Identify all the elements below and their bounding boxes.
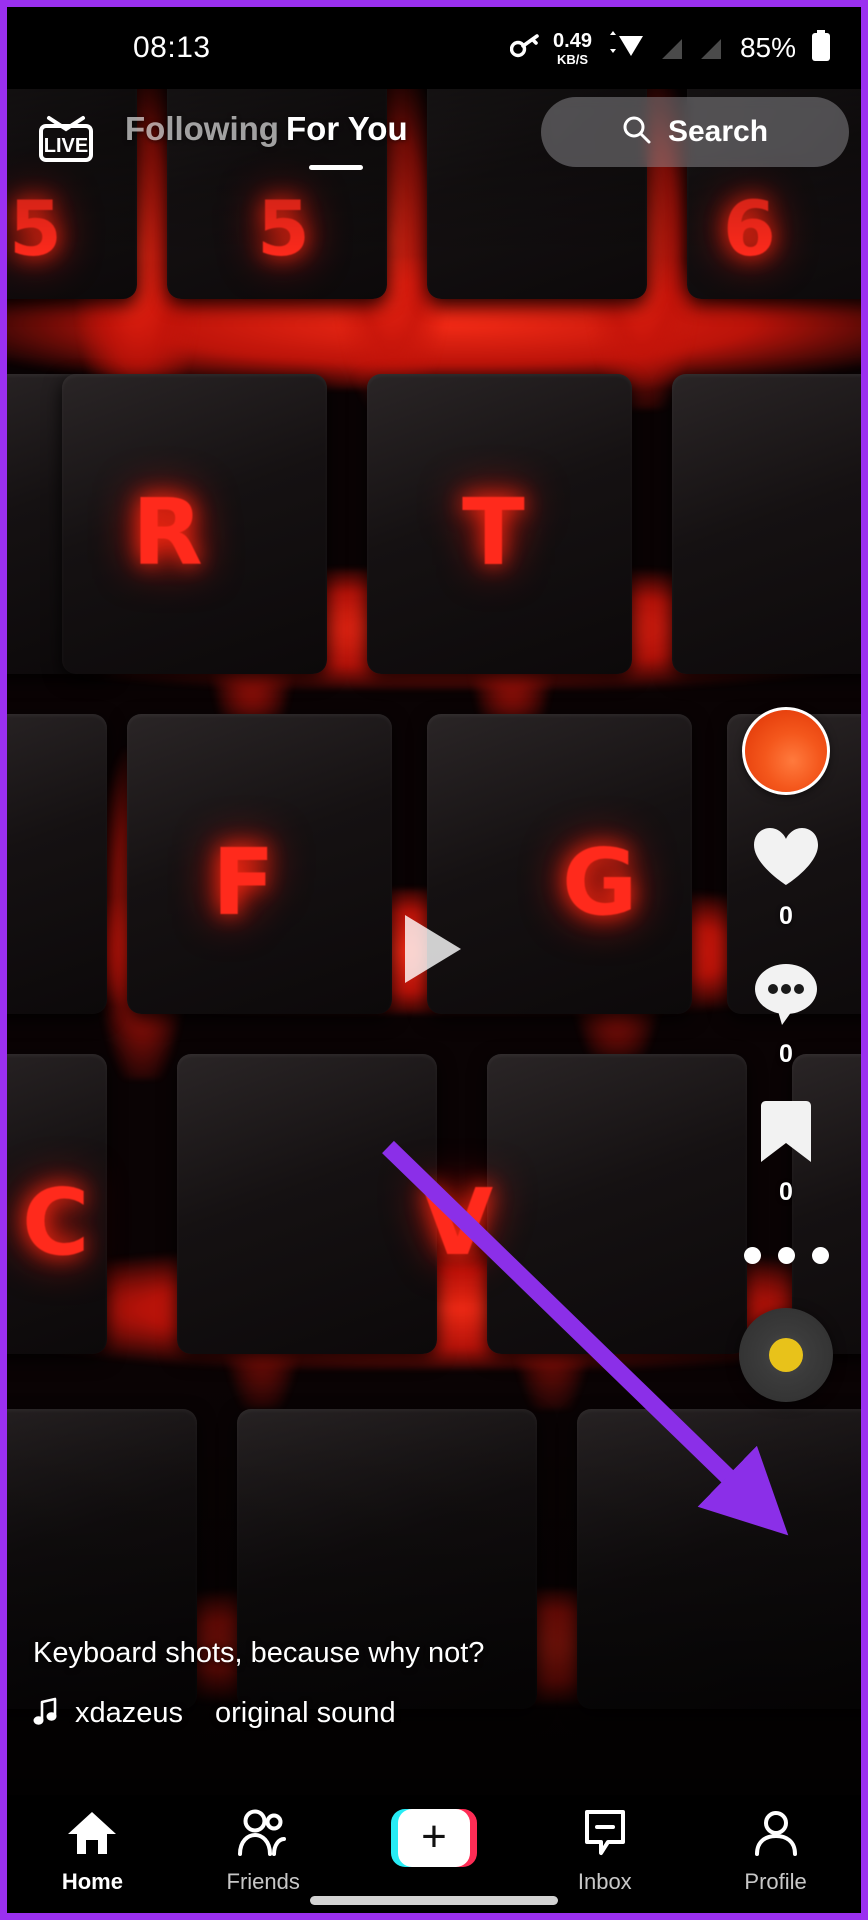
music-row[interactable]: xdazeus original sound xyxy=(33,1696,423,1731)
bookmark-icon xyxy=(757,1099,815,1170)
bottom-navigation: Home Friends + Inbox Profile xyxy=(7,1795,861,1913)
comment-icon xyxy=(752,961,820,1032)
nav-profile[interactable]: Profile xyxy=(701,1809,851,1895)
battery-icon xyxy=(811,29,831,67)
friends-icon xyxy=(236,1809,290,1862)
inbox-icon xyxy=(580,1809,630,1862)
comment-count: 0 xyxy=(779,1040,793,1068)
wifi-icon xyxy=(605,30,645,66)
network-speed: 0.49 KB/S xyxy=(553,31,592,66)
active-tab-indicator xyxy=(309,165,363,170)
like-count: 0 xyxy=(779,902,793,930)
nav-inbox-label: Inbox xyxy=(577,1869,632,1894)
top-navigation: LIVE Following For You Search xyxy=(7,97,861,183)
creator-avatar[interactable] xyxy=(742,707,830,795)
create-plus-icon[interactable]: + xyxy=(390,1809,477,1867)
nav-profile-label: Profile xyxy=(744,1869,807,1894)
action-rail: 0 0 0 xyxy=(731,707,841,1402)
home-icon xyxy=(66,1809,118,1862)
music-note-icon xyxy=(33,1696,59,1731)
tiktok-app-screen: 5 5 6 R T F G C V xyxy=(7,7,861,1913)
battery-percent: 85% xyxy=(739,32,796,63)
video-caption[interactable]: Keyboard shots, because why not? xyxy=(33,1637,613,1670)
live-button[interactable]: LIVE xyxy=(35,105,97,163)
tab-following[interactable]: Following xyxy=(125,110,279,148)
bookmark-button[interactable]: 0 xyxy=(757,1099,815,1207)
music-disc-icon[interactable] xyxy=(739,1308,833,1402)
nav-home[interactable]: Home xyxy=(17,1809,167,1895)
search-icon xyxy=(622,115,651,149)
play-icon[interactable] xyxy=(405,915,461,983)
bookmark-count: 0 xyxy=(779,1178,793,1206)
tab-for-you[interactable]: For You xyxy=(286,110,408,148)
status-icons: 0.49 KB/S 85% xyxy=(509,29,831,67)
nav-friends-label: Friends xyxy=(226,1869,300,1894)
music-username: xdazeus xyxy=(75,1697,184,1729)
heart-icon xyxy=(751,825,821,894)
nav-inbox[interactable]: Inbox xyxy=(530,1809,680,1895)
search-bar[interactable]: Search xyxy=(541,97,849,167)
music-disc-hub xyxy=(769,1338,803,1372)
annotated-screenshot-frame: 5 5 6 R T F G C V xyxy=(0,0,868,1920)
network-speed-value: 0.49 xyxy=(553,29,592,52)
home-indicator xyxy=(310,1896,558,1905)
more-dots-icon[interactable] xyxy=(743,1247,829,1264)
search-placeholder: Search xyxy=(667,115,769,148)
comment-button[interactable]: 0 xyxy=(752,961,820,1069)
nav-friends[interactable]: Friends xyxy=(188,1809,338,1895)
sim-no-signal-icon-2 xyxy=(697,35,723,61)
status-time: 08:13 xyxy=(133,31,211,64)
nav-home-label: Home xyxy=(61,1869,123,1894)
nav-create[interactable]: + xyxy=(359,1809,509,1874)
music-sound-name: original sound xyxy=(215,1697,396,1729)
live-label: LIVE xyxy=(44,135,88,157)
like-button[interactable]: 0 xyxy=(751,825,821,931)
caption-block: Keyboard shots, because why not? xdazeus… xyxy=(33,1637,613,1731)
status-bar: 08:13 0.49 KB/S 85% xyxy=(7,7,861,89)
profile-icon xyxy=(752,1809,800,1862)
vpn-key-icon xyxy=(509,33,540,64)
network-speed-unit: KB/S xyxy=(556,51,589,67)
sim-no-signal-icon xyxy=(658,35,684,61)
